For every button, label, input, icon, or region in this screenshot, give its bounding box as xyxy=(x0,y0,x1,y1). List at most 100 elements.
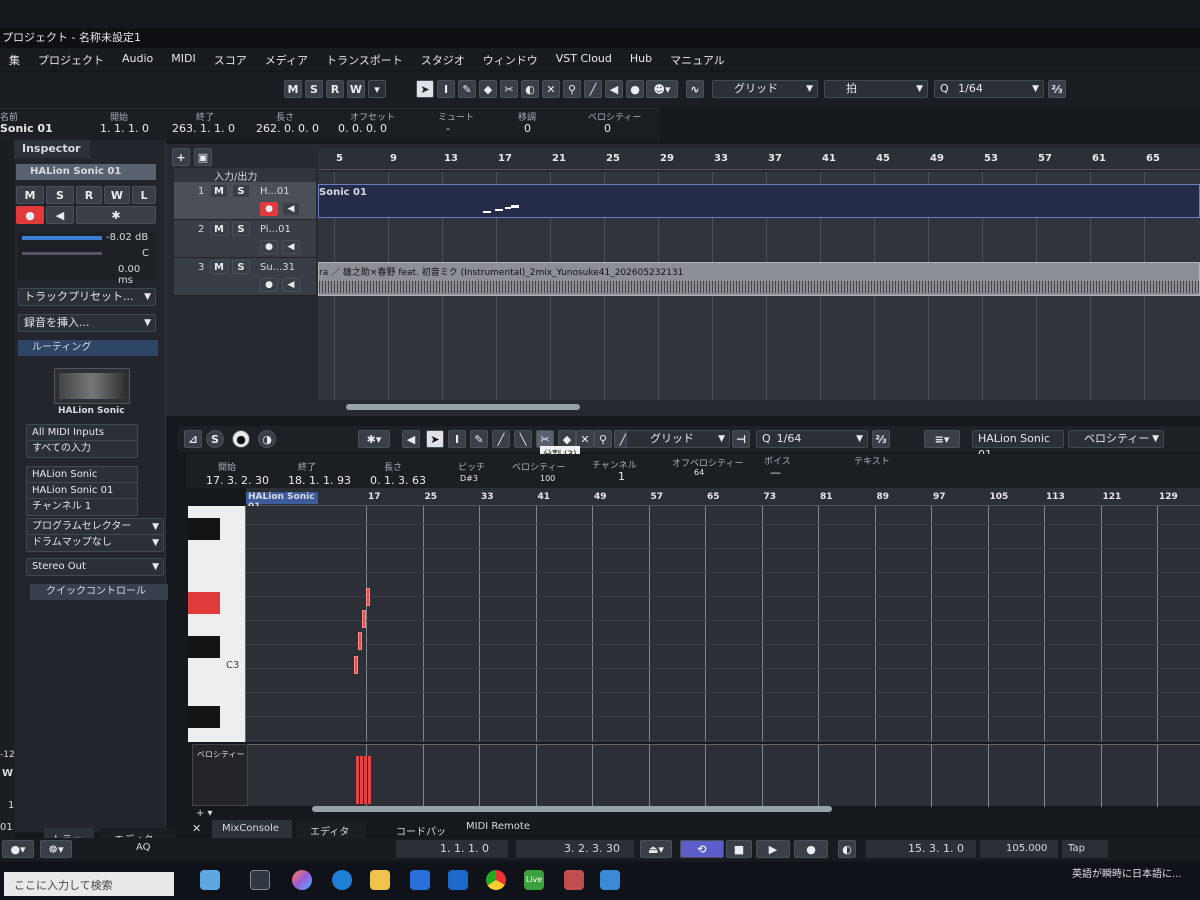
menu-hub[interactable]: Hub xyxy=(621,48,661,70)
meter-write-button[interactable]: W xyxy=(2,768,13,779)
editor-scrollbar[interactable] xyxy=(312,806,832,812)
editor-range-tool-icon[interactable]: I xyxy=(448,430,466,448)
menu-score[interactable]: スコア xyxy=(205,48,256,70)
info-transpose-value[interactable]: 0 xyxy=(524,122,531,135)
edge-icon[interactable] xyxy=(332,870,352,890)
menu-transport[interactable]: トランスポート xyxy=(317,48,412,70)
editor-zoom-tool-icon[interactable]: ⚲ xyxy=(594,430,612,448)
read-state-button[interactable]: R xyxy=(326,80,344,98)
editor-snap-dropdown[interactable]: グリッド ▼ xyxy=(626,430,730,448)
black-key[interactable] xyxy=(188,636,220,658)
editor-layers-icon[interactable]: ≡▾ xyxy=(924,430,960,448)
inspector-lock-button[interactable]: L xyxy=(132,186,156,204)
menu-studio[interactable]: スタジオ xyxy=(412,48,474,70)
tempo-display[interactable]: 105.000 xyxy=(980,840,1058,858)
drum-map-dropdown[interactable]: ドラムマップなし ▼ xyxy=(26,534,164,552)
cycle-icon[interactable]: ⟲ xyxy=(680,840,724,858)
track-preset-dropdown[interactable]: トラックプリセット... ▼ xyxy=(18,288,156,306)
track-name[interactable]: H...01 xyxy=(260,186,290,197)
quick-controls-header[interactable]: クイックコントロール xyxy=(30,584,168,600)
aq-button[interactable]: AQ xyxy=(136,842,151,853)
mute-state-button[interactable]: M xyxy=(284,80,302,98)
taskbar-search[interactable]: ここに入力して検索 xyxy=(4,872,174,896)
monitor-icon[interactable]: ◀ xyxy=(46,206,74,224)
automation-mode-icon[interactable]: ▾ xyxy=(368,80,386,98)
editor-retro-icon[interactable]: ◑ xyxy=(258,430,276,448)
track-row[interactable]: 1 M S H...01 ● ◀ xyxy=(174,182,316,220)
record-enable-icon[interactable]: ● xyxy=(16,206,44,224)
left-locator[interactable]: 1. 1. 1. 0 xyxy=(396,840,508,858)
record-icon[interactable]: ● xyxy=(794,840,828,858)
track-name[interactable]: Pi...01 xyxy=(260,224,291,235)
tab-editor[interactable]: エディター xyxy=(296,820,366,853)
midi-part[interactable]: Sonic 01 xyxy=(318,184,1200,218)
quantize-dropdown[interactable]: Q 1/64 ▼ xyxy=(934,80,1044,98)
close-zone-icon[interactable]: ✕ xyxy=(192,822,201,835)
quantize-settings-icon[interactable]: ⅔ xyxy=(1048,80,1066,98)
velocity-bar[interactable] xyxy=(360,756,363,804)
midi-note[interactable] xyxy=(362,610,366,628)
editor-info-end-value[interactable]: 18. 1. 1. 93 xyxy=(288,474,351,487)
editor-record-icon[interactable]: ● xyxy=(232,430,250,448)
track-record-icon[interactable]: ● xyxy=(260,278,278,292)
tap-tempo-button[interactable]: Tap xyxy=(1062,840,1108,858)
scissors-tool-icon[interactable]: ✂ xyxy=(500,80,518,98)
editor-lane-dropdown[interactable]: ベロシティー ▼ xyxy=(1068,430,1164,448)
info-length-value[interactable]: 262. 0. 0. 0 xyxy=(256,122,319,135)
track-solo-button[interactable]: S xyxy=(232,184,250,198)
track-monitor-icon[interactable]: ◀ xyxy=(282,278,300,292)
audio-event[interactable]: ra ／ 雄之助×春野 feat. 初音ミク (Instrumental)_2m… xyxy=(318,262,1200,296)
store-icon[interactable] xyxy=(410,870,430,890)
track-name[interactable]: Su...31 xyxy=(260,262,295,273)
velocity-bar[interactable] xyxy=(356,756,359,804)
info-start-value[interactable]: 1. 1. 1. 0 xyxy=(100,122,149,135)
info-mute-value[interactable]: - xyxy=(446,122,450,135)
tab-midiremote[interactable]: MIDI Remote xyxy=(462,818,542,836)
position-display[interactable]: 15. 3. 1. 0 xyxy=(866,840,976,858)
midi-note[interactable] xyxy=(366,588,370,606)
info-end-value[interactable]: 263. 1. 1. 0 xyxy=(172,122,235,135)
right-locator[interactable]: 3. 2. 3. 30 xyxy=(516,840,634,858)
app-icon[interactable] xyxy=(564,870,584,890)
inspector-solo-button[interactable]: S xyxy=(46,186,74,204)
editor-automation-icon[interactable]: ✱▾ xyxy=(358,430,390,448)
info-velocity-value[interactable]: 0 xyxy=(604,122,611,135)
track-mute-button[interactable]: M xyxy=(210,260,228,274)
editor-info-channel-value[interactable]: 1 xyxy=(618,470,625,483)
taskview-icon[interactable] xyxy=(250,870,270,890)
outlook-icon[interactable] xyxy=(448,870,468,890)
mute-tool-icon[interactable]: ✕ xyxy=(542,80,560,98)
grid-type-dropdown[interactable]: 拍 ▼ xyxy=(824,80,928,98)
editor-info-length-value[interactable]: 0. 1. 3. 63 xyxy=(370,474,426,487)
velocity-lane[interactable] xyxy=(248,744,1200,807)
widget-icon[interactable] xyxy=(200,870,220,890)
editor-instrument-dropdown[interactable]: HALion Sonic 01 xyxy=(972,430,1064,461)
midi-note[interactable] xyxy=(354,656,358,674)
volume-value[interactable]: -8.02 dB xyxy=(106,232,148,243)
track-row[interactable]: 3 M S Su...31 ● ◀ xyxy=(174,258,316,296)
inspector-mute-button[interactable]: M xyxy=(16,186,44,204)
midi-note[interactable] xyxy=(358,632,362,650)
tab-mixconsole[interactable]: MixConsole xyxy=(212,820,292,838)
track-mute-button[interactable]: M xyxy=(210,222,228,236)
solo-state-button[interactable]: S xyxy=(305,80,323,98)
all-inputs-dropdown[interactable]: すべての入力 xyxy=(26,440,138,458)
velocity-bar[interactable] xyxy=(368,756,371,804)
routing-section-header[interactable]: ルーティング xyxy=(18,340,158,356)
editor-quantize-dropdown[interactable]: Q 1/64 ▼ xyxy=(756,430,868,448)
info-offset-value[interactable]: 0. 0. 0. 0 xyxy=(338,122,387,135)
menu-window[interactable]: ウィンドウ xyxy=(474,48,547,70)
inspector-track-header[interactable]: HALion Sonic 01 xyxy=(16,164,156,180)
range-tool-icon[interactable]: I xyxy=(437,80,455,98)
channel-dropdown[interactable]: チャンネル 1 xyxy=(26,498,138,516)
line-tool-icon[interactable]: ╱ xyxy=(584,80,602,98)
transport-settings-icon[interactable]: ☸▾ xyxy=(40,840,72,858)
project-scrollbar[interactable] xyxy=(346,404,580,410)
pan-slider[interactable] xyxy=(22,252,102,255)
eraser-tool-icon[interactable]: ◆ xyxy=(479,80,497,98)
editor-info-velocity-value[interactable]: 100 xyxy=(540,474,555,483)
editor-info-start-value[interactable]: 17. 3. 2. 30 xyxy=(206,474,269,487)
notification-banner[interactable]: 英語が瞬時に日本語に... xyxy=(1052,862,1200,882)
pencil-tool-icon[interactable]: ✎ xyxy=(458,80,476,98)
editor-solo-icon[interactable]: S xyxy=(206,430,224,448)
